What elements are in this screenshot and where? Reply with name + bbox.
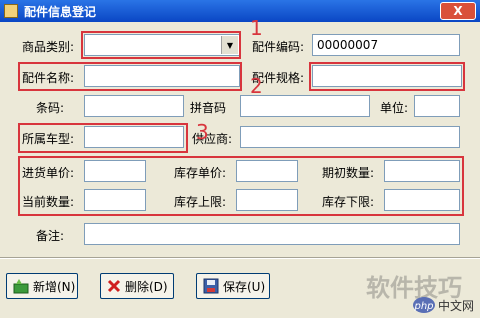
separator — [0, 257, 480, 259]
stock-upper-field[interactable] — [236, 189, 298, 211]
delete-button[interactable]: 删除(D) — [100, 273, 174, 299]
save-icon — [203, 278, 219, 294]
delete-button-label: 删除(D) — [125, 279, 168, 294]
initial-qty-field[interactable] — [384, 160, 460, 182]
svg-text:中文网: 中文网 — [438, 298, 474, 313]
dropdown-arrow-icon[interactable]: ▼ — [221, 36, 238, 54]
current-qty-field[interactable] — [84, 189, 146, 211]
category-label: 商品类别: — [22, 40, 75, 54]
save-button-label: 保存(U) — [223, 279, 266, 294]
add-button[interactable]: 新增(N) — [6, 273, 78, 299]
app-window-icon — [4, 4, 18, 18]
unit-label: 单位: — [380, 101, 409, 115]
part-spec-field[interactable] — [312, 65, 462, 87]
annotation-number-1: 1 — [250, 16, 263, 40]
purchase-price-label: 进货单价: — [22, 166, 75, 180]
part-name-field[interactable] — [84, 65, 240, 87]
barcode-label: 条码: — [36, 101, 65, 115]
title-bar: 配件信息登记 X — [0, 0, 480, 22]
window-title: 配件信息登记 — [24, 5, 97, 19]
remark-field[interactable] — [84, 223, 460, 245]
initial-qty-label: 期初数量: — [322, 166, 375, 180]
delete-icon — [107, 278, 121, 294]
svg-text:php: php — [413, 301, 433, 312]
annotation-number-2: 2 — [250, 74, 263, 98]
unit-field[interactable] — [414, 95, 460, 117]
stock-lower-label: 库存下限: — [322, 195, 375, 209]
save-button[interactable]: 保存(U) — [196, 273, 270, 299]
supplier-field[interactable] — [240, 126, 460, 148]
purchase-price-field[interactable] — [84, 160, 146, 182]
part-code-label: 配件编码: — [252, 40, 305, 54]
vehicle-type-field[interactable] — [84, 126, 184, 148]
category-select[interactable]: ▼ — [84, 34, 240, 56]
add-icon — [13, 278, 29, 294]
part-name-label: 配件名称: — [22, 71, 75, 85]
annotation-number-3: 3 — [196, 120, 209, 144]
site-logo: php 中文网 — [412, 295, 476, 315]
pinyin-label: 拼音码 — [190, 101, 227, 115]
stock-lower-field[interactable] — [384, 189, 460, 211]
add-button-label: 新增(N) — [33, 279, 76, 294]
barcode-field[interactable] — [84, 95, 184, 117]
vehicle-type-label: 所属车型: — [22, 132, 75, 146]
part-code-field[interactable]: 00000007 — [312, 34, 460, 56]
stock-price-field[interactable] — [236, 160, 298, 182]
close-button[interactable]: X — [440, 2, 476, 20]
stock-price-label: 库存单价: — [174, 166, 227, 180]
remark-label: 备注: — [36, 229, 65, 243]
stock-upper-label: 库存上限: — [174, 195, 227, 209]
pinyin-field[interactable] — [240, 95, 370, 117]
current-qty-label: 当前数量: — [22, 195, 75, 209]
